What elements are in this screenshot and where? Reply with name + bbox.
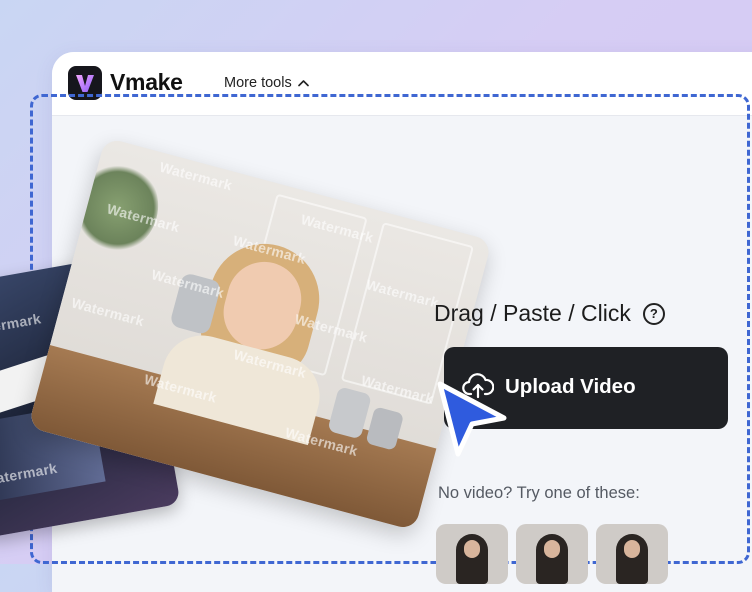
sample-video-thumbnail[interactable] <box>596 524 668 584</box>
upload-instructions: Drag / Paste / Click ? <box>434 300 665 327</box>
more-tools-menu[interactable]: More tools <box>224 75 309 91</box>
sample-video-thumbnail[interactable] <box>516 524 588 584</box>
help-circle-icon[interactable]: ? <box>642 302 665 325</box>
chevron-up-icon <box>297 80 309 87</box>
watermark-text: Watermark <box>0 310 43 339</box>
upload-prompt-text: Drag / Paste / Click <box>434 300 631 326</box>
mouse-cursor-icon <box>437 381 507 457</box>
more-tools-label: More tools <box>224 75 292 91</box>
upload-button-label: Upload Video <box>505 375 636 398</box>
sample-videos-caption: No video? Try one of these: <box>438 484 640 502</box>
sample-video-thumbnail[interactable] <box>436 524 508 584</box>
brand-name[interactable]: Vmake <box>110 69 183 96</box>
